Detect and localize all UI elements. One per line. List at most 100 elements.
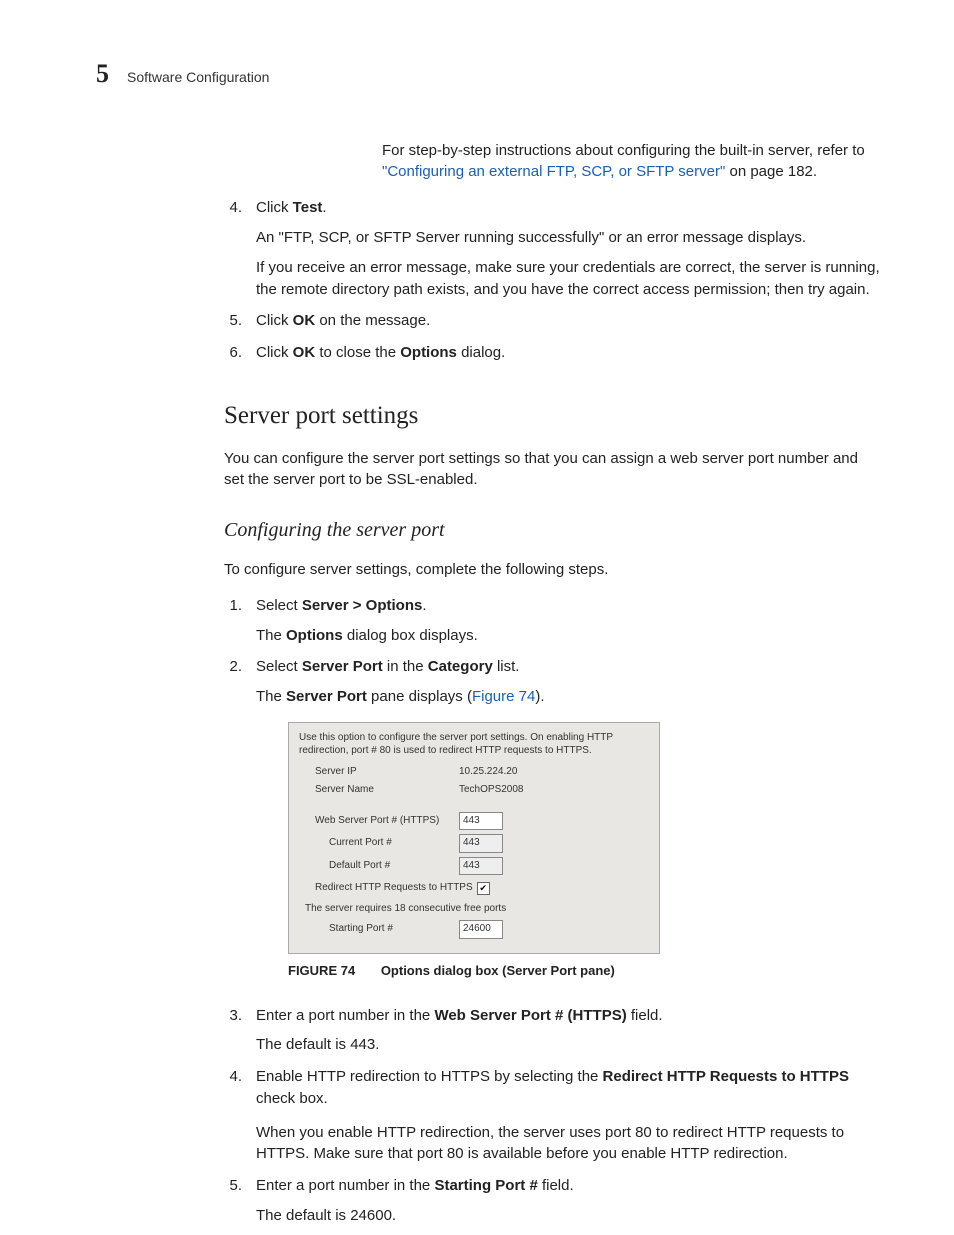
web-port-input[interactable]: 443 (459, 812, 503, 831)
intro-lead: For step-by-step instructions about conf… (382, 142, 865, 159)
ports-note: The server requires 18 consecutive free … (299, 902, 649, 917)
server-name-label: Server Name (299, 783, 374, 798)
step-line: Enter a port number in the Web Server Po… (256, 1005, 882, 1027)
step-line: Enable HTTP redirection to HTTPS by sele… (256, 1066, 882, 1110)
ui-label: OK (293, 344, 316, 361)
current-port-value: 443 (459, 834, 503, 853)
ui-label: Options (400, 344, 457, 361)
current-port-row: Current Port # 443 (299, 834, 649, 853)
figure-caption: FIGURE 74 Options dialog box (Server Por… (288, 962, 882, 981)
procedure-list: 1. Select Server > Options. The Options … (224, 595, 882, 1227)
step-note: If you receive an error message, make su… (256, 257, 882, 301)
text: dialog box displays. (343, 627, 478, 644)
text: The (256, 627, 286, 644)
text: . (422, 597, 426, 614)
step-note: The default is 24600. (256, 1205, 882, 1227)
ui-label: OK (293, 312, 316, 329)
text: Click (256, 344, 293, 361)
default-port-value: 443 (459, 857, 503, 876)
procedure-list-continued: 4. Click Test. An "FTP, SCP, or SFTP Ser… (224, 197, 882, 364)
redirect-checkbox[interactable]: ✔ (477, 882, 490, 895)
text: Click (256, 312, 293, 329)
step-number: 1. (224, 595, 242, 647)
current-port-label: Current Port # (299, 836, 392, 851)
text: ). (535, 688, 544, 705)
text: dialog. (457, 344, 505, 361)
step-number: 4. (224, 1066, 242, 1165)
text: The (256, 688, 286, 705)
server-ip-label: Server IP (299, 765, 357, 780)
subsection-intro: To configure server settings, complete t… (224, 559, 882, 580)
web-port-label: Web Server Port # (HTTPS) (299, 814, 439, 829)
step-line: Click OK to close the Options dialog. (256, 342, 882, 364)
section-heading: Server port settings (224, 398, 882, 433)
text: to close the (315, 344, 400, 361)
step-5: 5. Click OK on the message. (224, 310, 882, 332)
step-result: The Server Port pane displays (Figure 74… (256, 686, 882, 708)
section-intro: You can configure the server port settin… (224, 448, 882, 490)
default-port-label: Default Port # (299, 859, 390, 874)
server-name-row: Server Name TechOPS2008 (299, 783, 649, 798)
pane-hint: Use this option to configure the server … (299, 731, 649, 757)
step-number: 3. (224, 1005, 242, 1057)
text: Select (256, 658, 302, 675)
text: field. (627, 1007, 663, 1024)
figure-number: FIGURE 74 (288, 963, 355, 978)
step-2: 2. Select Server Port in the Category li… (224, 656, 882, 994)
text: list. (493, 658, 520, 675)
text: Enable HTTP redirection to HTTPS by sele… (256, 1068, 603, 1085)
step-number: 5. (224, 1175, 242, 1227)
chapter-title: Software Configuration (127, 68, 269, 88)
text: . (322, 199, 326, 216)
step-note: An "FTP, SCP, or SFTP Server running suc… (256, 227, 882, 249)
figure-xref[interactable]: Figure 74 (472, 688, 535, 705)
step-3: 3. Enter a port number in the Web Server… (224, 1005, 882, 1057)
step-5b: 5. Enter a port number in the Starting P… (224, 1175, 882, 1227)
intro-paragraph: For step-by-step instructions about conf… (382, 140, 882, 182)
text: field. (538, 1177, 574, 1194)
redirect-row: Redirect HTTP Requests to HTTPS ✔ (299, 881, 649, 896)
text: in the (383, 658, 428, 675)
step-result: The Options dialog box displays. (256, 625, 882, 647)
text: Click (256, 199, 293, 216)
text: on the message. (315, 312, 430, 329)
figure-title: Options dialog box (Server Port pane) (381, 963, 615, 978)
chapter-number: 5 (96, 56, 109, 92)
step-4b: 4. Enable HTTP redirection to HTTPS by s… (224, 1066, 882, 1165)
step-line: Click OK on the message. (256, 310, 882, 332)
step-number: 6. (224, 342, 242, 364)
running-header: 5 Software Configuration (96, 56, 882, 92)
server-name-value: TechOPS2008 (459, 783, 524, 798)
step-4: 4. Click Test. An "FTP, SCP, or SFTP Ser… (224, 197, 882, 300)
subsection-heading: Configuring the server port (224, 516, 882, 544)
ui-label: Redirect HTTP Requests to HTTPS (603, 1068, 849, 1085)
text: Enter a port number in the (256, 1177, 434, 1194)
server-ip-row: Server IP 10.25.224.20 (299, 765, 649, 780)
ui-label: Server > Options (302, 597, 422, 614)
step-note: The default is 443. (256, 1034, 882, 1056)
step-note: When you enable HTTP redirection, the se… (256, 1122, 882, 1166)
step-line: Select Server Port in the Category list. (256, 656, 882, 678)
ui-label: Server Port (286, 688, 367, 705)
default-port-row: Default Port # 443 (299, 857, 649, 876)
step-number: 4. (224, 197, 242, 300)
text: Select (256, 597, 302, 614)
ui-label: Server Port (302, 658, 383, 675)
server-port-pane: Use this option to configure the server … (288, 722, 660, 954)
step-1: 1. Select Server > Options. The Options … (224, 595, 882, 647)
ui-label: Options (286, 627, 343, 644)
text: Enter a port number in the (256, 1007, 434, 1024)
xref-link[interactable]: "Configuring an external FTP, SCP, or SF… (382, 163, 725, 180)
server-ip-value: 10.25.224.20 (459, 765, 517, 780)
starting-port-row: Starting Port # 24600 (299, 920, 649, 939)
ui-label: Category (428, 658, 493, 675)
starting-port-input[interactable]: 24600 (459, 920, 503, 939)
intro-tail: on page 182. (725, 163, 817, 180)
text: check box. (256, 1090, 328, 1107)
redirect-label: Redirect HTTP Requests to HTTPS (299, 881, 473, 896)
step-number: 2. (224, 656, 242, 994)
web-port-row: Web Server Port # (HTTPS) 443 (299, 812, 649, 831)
ui-label: Starting Port # (434, 1177, 537, 1194)
starting-port-label: Starting Port # (299, 922, 393, 937)
ui-label: Web Server Port # (HTTPS) (434, 1007, 626, 1024)
